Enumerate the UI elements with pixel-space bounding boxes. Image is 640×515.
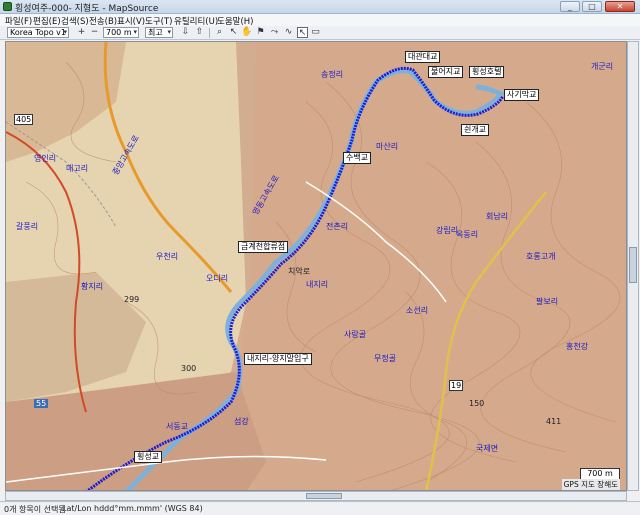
coordinate-format: Lat/Lon hddd°mm.mmm' (WGS 84) — [62, 504, 203, 513]
map-canvas — [6, 42, 626, 490]
elevation-299: 299 — [124, 295, 140, 304]
place-label: 치악로 — [288, 267, 311, 276]
track-tool-icon[interactable]: ∿ — [283, 27, 294, 38]
elevation-150: 150 — [469, 399, 485, 408]
place-label: 개군리 — [591, 62, 614, 71]
place-label: 서동교 — [166, 422, 189, 431]
maximize-button[interactable]: □ — [582, 1, 602, 12]
place-label: 사랑골 — [344, 330, 367, 339]
window-title: 횡성여주-000- 지형도 - MapSource — [15, 4, 159, 14]
mapsource-app-icon — [3, 2, 12, 11]
road-shield-55: 55 — [34, 399, 49, 408]
close-button[interactable]: ✕ — [605, 1, 635, 12]
place-label: 전촌리 — [326, 222, 349, 231]
poi-hoengseong-hotel[interactable]: 횡성호텔 — [469, 66, 505, 78]
place-label: 내지리 — [306, 280, 329, 289]
horizontal-scroll-thumb[interactable] — [306, 493, 342, 499]
poi-subaekgyo[interactable]: 수백교 — [343, 152, 372, 164]
place-label: 마산리 — [376, 142, 399, 151]
place-label: 호롱고개 — [526, 252, 556, 261]
route-tool-icon[interactable]: ⤳ — [269, 27, 280, 38]
chevron-down-icon: ▾ — [167, 28, 171, 36]
road-shield-19: 19 — [449, 380, 464, 391]
zoom-out-button[interactable]: − — [89, 27, 100, 38]
detail-level-select[interactable]: 최고 ▾ — [145, 27, 173, 38]
receive-device-icon[interactable]: ⇩ — [180, 27, 191, 38]
waypoint-tool-icon[interactable]: ⚑ — [255, 27, 266, 38]
elevation-411: 411 — [546, 417, 562, 426]
hand-tool-icon[interactable]: ✋ — [241, 27, 252, 38]
selection-status: 0개 항목이 선택됨 — [4, 505, 66, 514]
poi-daegwandaegyo[interactable]: 대관대교 — [405, 51, 441, 63]
horizontal-scrollbar[interactable] — [5, 491, 627, 501]
select-tool-icon[interactable]: ↖ — [228, 27, 239, 38]
map-view[interactable]: 대관대교 횡성호텔 물어지교 사기막교 쉰개교 수백교 금계천합류점 내지리-양… — [5, 41, 627, 491]
poi-swingaegyo[interactable]: 쉰개교 — [461, 124, 490, 136]
zoom-in-button[interactable]: + — [76, 27, 87, 38]
place-label: 황지리 — [81, 282, 104, 291]
poi-geumgyecheon-junction[interactable]: 금계천합류점 — [238, 241, 289, 253]
map-product-value: Korea Topo v1 — [10, 28, 66, 37]
poi-hoengseonggyo[interactable]: 횡성교 — [134, 451, 163, 463]
send-device-icon[interactable]: ⇧ — [194, 27, 205, 38]
gps-datum-label: GPS 지도 장해도 — [561, 479, 620, 490]
place-label: 영인리 — [34, 154, 57, 163]
title-bar: 횡성여주-000- 지형도 - MapSource _ □ ✕ — [0, 0, 640, 14]
place-label: 섬강 — [234, 417, 249, 426]
poi-mureojigyo[interactable]: 물어지교 — [428, 66, 464, 78]
place-label: 국제면 — [476, 444, 499, 453]
vertical-scroll-thumb[interactable] — [629, 247, 637, 283]
zoom-level-select[interactable]: 700 m ▾ — [103, 27, 139, 38]
place-label: 갈풍리 — [16, 222, 39, 231]
place-label: 매고리 — [66, 164, 89, 173]
place-label: 홍천강 — [566, 342, 589, 351]
elevation-300: 300 — [181, 364, 197, 373]
status-bar: 0개 항목이 선택됨 Lat/Lon hddd°mm.mmm' (WGS 84) — [0, 501, 640, 515]
vertical-scrollbar[interactable] — [627, 41, 639, 491]
toolbar: Korea Topo v1 ▾ + − 700 m ▾ 최고 ▾ ⇩ ⇧ ⌕ ↖… — [0, 26, 640, 40]
detail-level-value: 최고 — [148, 28, 163, 37]
place-label: 회남리 — [486, 212, 509, 221]
poi-sagimakgyo[interactable]: 사기막교 — [504, 89, 540, 101]
measure-tool-icon[interactable]: ▭ — [310, 27, 321, 38]
minimize-button[interactable]: _ — [560, 1, 580, 12]
zoom-level-value: 700 m — [106, 28, 132, 37]
place-label: 팔보리 — [536, 297, 559, 306]
toolbar-separator — [209, 28, 210, 38]
map-product-select[interactable]: Korea Topo v1 ▾ — [7, 27, 69, 38]
chevron-down-icon: ▾ — [133, 28, 137, 36]
place-label: 우천리 — [156, 252, 179, 261]
place-label: 무정골 — [374, 354, 397, 363]
poi-naejiri-yangjimal[interactable]: 내지리-양지말입구 — [244, 353, 312, 365]
zoom-tool-icon[interactable]: ⌕ — [214, 27, 225, 38]
menu-bar: 파일(F) 편집(E) 검색(S) 전송(B) 표시(V) 도구(T) 유틸리티… — [0, 14, 640, 27]
place-label: 옥동리 — [456, 230, 479, 239]
place-label: 강립리 — [436, 226, 459, 235]
place-label: 오디리 — [206, 274, 229, 283]
chevron-down-icon: ▾ — [63, 28, 67, 36]
pointer-tool-icon[interactable]: ↖ — [297, 27, 308, 38]
place-label: 소선리 — [406, 306, 429, 315]
road-shield-405: 405 — [14, 114, 34, 125]
place-label: 송정리 — [321, 70, 344, 79]
